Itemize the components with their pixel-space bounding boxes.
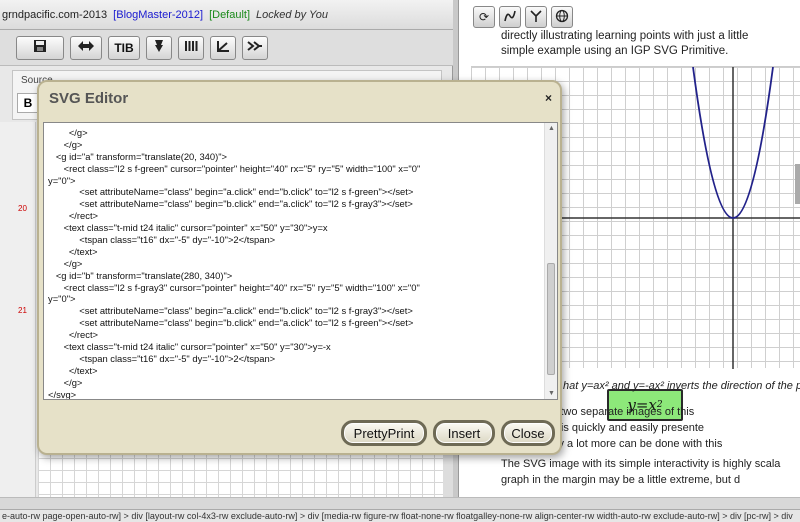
line-number: 21 [18,306,27,315]
line-number: 20 [18,204,27,213]
tib-button[interactable]: TIB [108,35,140,60]
element-path-statusbar: e-auto-rw page-open-auto-rw] > div [layo… [0,509,800,522]
pane-splitter[interactable] [0,497,800,509]
intro-line: directly illustrating learning points wi… [501,30,749,42]
globe-icon [555,9,569,26]
branch-icon [529,9,543,26]
code-line: </g> [48,127,88,138]
intro-line: simple example using an IGP SVG Primitiv… [501,45,729,57]
close-button[interactable]: Close [501,420,555,446]
code-line: y="0"> [48,293,76,305]
resize-button[interactable] [70,35,102,60]
refresh-icon: ⟳ [478,10,490,24]
body-line: The SVG image with its simple interactiv… [501,458,781,470]
code-line: <text class="t-mid t24 italic" cursor="p… [48,222,328,234]
dialog-title: SVG Editor [49,90,129,107]
code-line: </g> [48,138,83,150]
bars-button[interactable] [178,35,204,60]
lock-status: Locked by You [256,8,328,21]
code-line: </svg> [48,388,77,400]
code-line: <set attributeName="class" begin="b.clic… [48,198,413,210]
refresh-button[interactable]: ⟳ [473,6,495,28]
svg-code-textarea[interactable]: </g> </g> <g id="a" transform="translate… [43,122,558,400]
bold-button[interactable]: B [17,93,39,113]
default-badge: [Default] [209,8,251,21]
floppy-disk-icon [33,39,47,56]
resize-arrows-icon [77,40,95,55]
zoom-curve-icon [503,9,517,26]
curve-button[interactable] [499,6,521,28]
pin-icon [153,39,165,56]
angle-icon [216,40,230,55]
code-line: <set attributeName="class" begin="b.clic… [48,317,414,329]
code-lines: </g> </g> <g id="a" transform="translate… [48,127,540,400]
code-line: </g> [48,376,83,388]
scroll-up-icon[interactable]: ▲ [548,125,555,132]
site-name: grndpacific.com-2013 [2,8,108,21]
code-scrollbar[interactable]: ▲ ▼ [544,123,557,399]
insert-button[interactable]: Insert [433,420,495,446]
code-line: </rect> [48,329,99,341]
code-line: <rect class="l2 s f-green" cursor="point… [48,162,421,174]
code-line: </rect> [48,210,99,222]
preview-scrollbar[interactable] [795,164,800,204]
figure-caption: hat y=ax² and y=-ax² inverts the directi… [563,380,800,392]
prettyprint-button[interactable]: PrettyPrint [341,420,427,446]
code-line: <text class="t-mid t24 italic" cursor="p… [48,341,331,353]
merge-button[interactable] [242,35,268,60]
preview-toolbar: ⟳ [473,6,573,28]
code-line: </text> [48,364,98,376]
close-icon[interactable]: × [545,91,552,105]
globe-button[interactable] [551,6,573,28]
editor-toolbar: TIB [0,30,453,66]
line-gutter: 20 21 [0,122,36,497]
code-line: <set attributeName="class" begin="a.clic… [48,305,413,317]
code-line: </g> [48,257,83,269]
code-line: y="0"> [48,174,76,186]
branch-button[interactable] [525,6,547,28]
save-button[interactable] [16,35,64,60]
blog-name[interactable]: [BlogMaster-2012] [113,9,203,21]
code-line: </text> [48,245,98,257]
code-line: <set attributeName="class" begin="a.clic… [48,186,414,198]
code-line: <tspan class="t16" dx="-5" dy="-10">2</t… [48,234,276,246]
code-line: <rect class="l2 s f-gray3" cursor="point… [48,281,420,293]
pin-button[interactable] [146,35,172,60]
document-header: grndpacific.com-2013 [BlogMaster-2012] [… [0,0,453,30]
scroll-thumb[interactable] [547,263,555,375]
angle-button[interactable] [210,35,236,60]
bars-icon [184,40,198,55]
scroll-down-icon[interactable]: ▼ [548,390,555,397]
code-line: <g id="a" transform="translate(20, 340)"… [48,150,228,162]
code-line: <tspan class="t16" dx="-5" dy="-10">2</t… [48,352,276,364]
svg-editor-dialog: SVG Editor × </g> </g> <g id="a" transfo… [37,80,562,455]
body-line: graph in the margin may be a little extr… [501,474,741,486]
code-line: <g id="b" transform="translate(280, 340)… [48,269,233,281]
merge-icon [247,40,263,55]
